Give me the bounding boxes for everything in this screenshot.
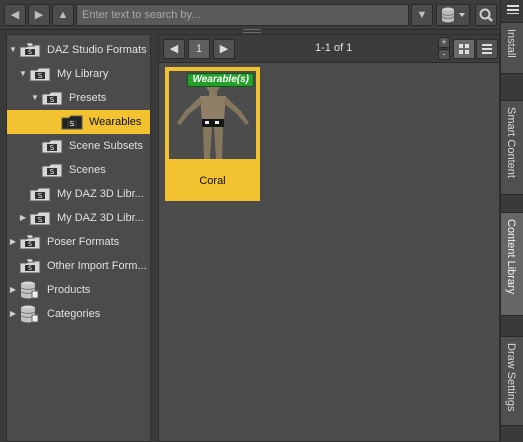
- tree-item[interactable]: S My DAZ 3D Libr...: [7, 182, 150, 206]
- tab-smart-content[interactable]: Smart Content: [501, 100, 523, 195]
- tree-item-label: Products: [47, 284, 91, 296]
- search-input[interactable]: [76, 4, 409, 26]
- tree-item[interactable]: ▼ S DAZ Studio Formats: [7, 38, 150, 62]
- tree-item-label: Poser Formats: [47, 236, 120, 248]
- tree-item[interactable]: ▶ Products: [7, 278, 150, 302]
- collapse-arrow-icon[interactable]: ▼: [30, 86, 40, 110]
- studio-folder-icon: S: [41, 90, 63, 106]
- studio-folder-icon: S: [41, 162, 63, 178]
- folder-tree: ▼ S DAZ Studio Formats ▼ S My Library ▼ S Preset…: [6, 34, 151, 442]
- tree-item[interactable]: ▶ S Poser Formats: [7, 230, 150, 254]
- search-icon[interactable]: [475, 4, 497, 26]
- forward-arrow-icon[interactable]: ▶: [28, 4, 50, 26]
- svg-text:S: S: [50, 96, 55, 104]
- next-page-button[interactable]: ▶: [213, 39, 235, 59]
- svg-text:S: S: [28, 49, 32, 56]
- page-range-label: 1-1 of 1: [315, 42, 353, 54]
- tree-item-label: Scene Subsets: [69, 140, 143, 152]
- expand-arrow-icon[interactable]: ▶: [8, 302, 18, 326]
- icon-view-button[interactable]: [453, 39, 475, 59]
- cube-folder-icon: S: [19, 42, 41, 58]
- database-options-button[interactable]: [436, 4, 470, 26]
- tree-item-label: DAZ Studio Formats: [47, 44, 147, 56]
- up-arrow-icon[interactable]: ▲: [52, 4, 74, 26]
- tree-item-label: My Library: [57, 68, 109, 80]
- tree-item-label: Scenes: [69, 164, 106, 176]
- tree-item[interactable]: ▶ S My DAZ 3D Libr...: [7, 206, 150, 230]
- search-dropdown-icon[interactable]: ▼: [411, 4, 433, 26]
- tree-item-label: Wearables: [89, 116, 142, 128]
- expand-arrow-icon[interactable]: ▶: [8, 278, 18, 302]
- grid-icon: [459, 44, 469, 54]
- expand-arrow-icon[interactable]: ▶: [18, 206, 28, 230]
- expand-arrow-icon[interactable]: ▶: [8, 230, 18, 254]
- collapse-arrow-icon[interactable]: ▼: [18, 62, 28, 86]
- svg-text:S: S: [50, 168, 55, 176]
- list-icon: [482, 44, 492, 54]
- tree-item[interactable]: S Scene Subsets: [7, 134, 150, 158]
- top-toolbar: ◀ ▶ ▲ ▼: [0, 0, 500, 30]
- studio-folder-icon: S: [29, 186, 51, 202]
- cube-folder-icon: S: [19, 234, 41, 250]
- tree-item[interactable]: ▶ Categories: [7, 302, 150, 326]
- database-icon: [441, 7, 465, 23]
- tree-item[interactable]: S Wearables: [7, 110, 150, 134]
- tree-item[interactable]: S Other Import Form...: [7, 254, 150, 278]
- item-thumbnail: Wearable(s): [169, 71, 256, 159]
- studio-folder-icon: S: [41, 138, 63, 154]
- svg-text:S: S: [38, 192, 43, 200]
- database-icon: [19, 304, 39, 324]
- zoom-out-button[interactable]: -: [438, 49, 450, 60]
- content-panel: ◀ 1 ▶ 1-1 of 1 + - Wearable(s) Coral: [158, 34, 500, 442]
- zoom-in-button[interactable]: +: [438, 37, 450, 48]
- tab-install[interactable]: Install: [501, 22, 523, 74]
- item-label: Coral: [199, 175, 226, 187]
- list-view-button[interactable]: [476, 39, 498, 59]
- tree-item[interactable]: ▼ S Presets: [7, 86, 150, 110]
- studio-folder-icon: S: [29, 66, 51, 82]
- cube-folder-icon: S: [19, 258, 41, 274]
- svg-text:S: S: [28, 241, 32, 248]
- svg-text:S: S: [70, 120, 75, 128]
- tab-draw-settings[interactable]: Draw Settings: [501, 336, 523, 426]
- svg-text:S: S: [28, 265, 32, 272]
- previous-page-button[interactable]: ◀: [163, 39, 185, 59]
- collapse-arrow-icon[interactable]: ▼: [8, 38, 18, 62]
- svg-text:S: S: [38, 216, 43, 224]
- panel-menu-icon[interactable]: [507, 4, 519, 14]
- svg-text:S: S: [38, 72, 43, 80]
- side-tab-strip: Install Smart Content Content Library Dr…: [500, 0, 523, 442]
- studio-folder-icon: S: [61, 114, 83, 130]
- tree-item-label: My DAZ 3D Libr...: [57, 212, 144, 224]
- wearable-badge: Wearable(s): [187, 73, 254, 87]
- tab-content-library[interactable]: Content Library: [501, 212, 523, 316]
- tree-item[interactable]: ▼ S My Library: [7, 62, 150, 86]
- page-number-field[interactable]: 1: [188, 39, 210, 59]
- tree-item-label: Other Import Form...: [47, 260, 147, 272]
- page-navigation: ◀ 1 ▶ 1-1 of 1 + -: [159, 35, 499, 63]
- tree-item[interactable]: S Scenes: [7, 158, 150, 182]
- tree-item-label: My DAZ 3D Libr...: [57, 188, 144, 200]
- content-item-card[interactable]: Wearable(s) Coral: [165, 67, 260, 201]
- svg-text:S: S: [50, 144, 55, 152]
- tree-item-label: Categories: [47, 308, 101, 320]
- studio-folder-icon: S: [29, 210, 51, 226]
- back-arrow-icon[interactable]: ◀: [4, 4, 26, 26]
- splitter-handle[interactable]: [243, 29, 261, 33]
- tree-item-label: Presets: [69, 92, 107, 104]
- database-icon: [19, 280, 39, 300]
